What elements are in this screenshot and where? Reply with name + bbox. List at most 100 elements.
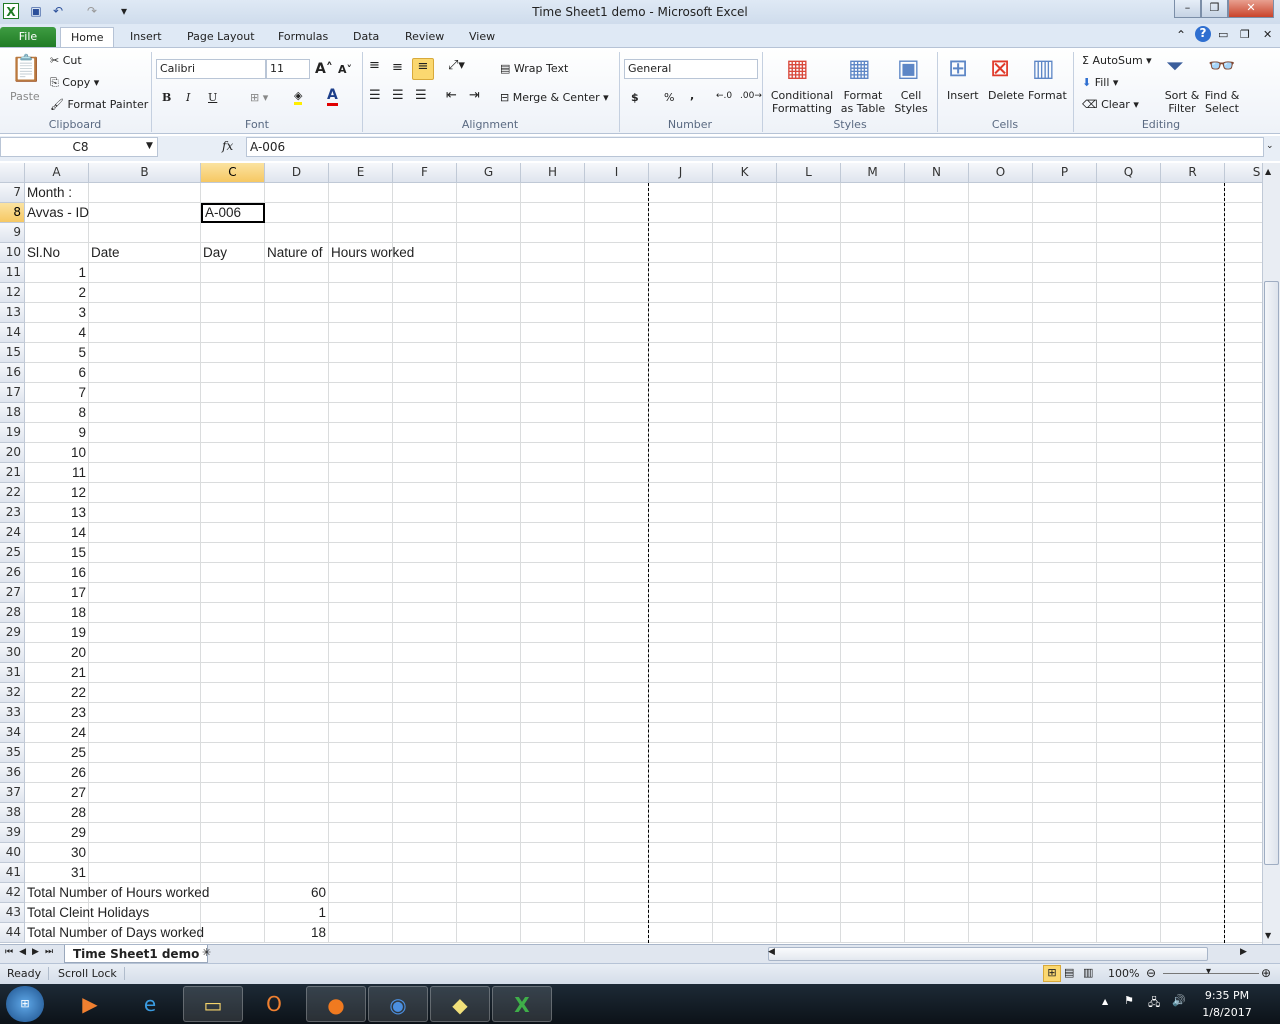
cell-M16[interactable] (841, 363, 905, 383)
cell-Q41[interactable] (1097, 863, 1161, 883)
cell-G12[interactable] (457, 283, 521, 303)
cell-C17[interactable] (201, 383, 265, 403)
row-header-23[interactable]: 23 (0, 503, 25, 523)
cell-E41[interactable] (329, 863, 393, 883)
cell-C29[interactable] (201, 623, 265, 643)
cell-E8[interactable] (329, 203, 393, 223)
cell-N18[interactable] (905, 403, 969, 423)
cell-N34[interactable] (905, 723, 969, 743)
cell-A15[interactable]: 5 (25, 343, 89, 363)
column-header-K[interactable]: K (713, 163, 777, 183)
cell-C8[interactable]: A-006 (201, 203, 265, 223)
column-header-N[interactable]: N (905, 163, 969, 183)
cell-R22[interactable] (1161, 483, 1225, 503)
cell-M30[interactable] (841, 643, 905, 663)
cell-R12[interactable] (1161, 283, 1225, 303)
start-button[interactable]: ⊞ (6, 986, 44, 1022)
cell-F7[interactable] (393, 183, 457, 203)
cell-H32[interactable] (521, 683, 585, 703)
cell-B26[interactable] (89, 563, 201, 583)
row-header-38[interactable]: 38 (0, 803, 25, 823)
cell-M20[interactable] (841, 443, 905, 463)
cell-M29[interactable] (841, 623, 905, 643)
fill-color-icon[interactable]: ◈ (294, 89, 303, 105)
cell-I25[interactable] (585, 543, 649, 563)
cell-E38[interactable] (329, 803, 393, 823)
cell-Q12[interactable] (1097, 283, 1161, 303)
cell-F40[interactable] (393, 843, 457, 863)
insert-cells-icon[interactable]: ⊞ (948, 54, 968, 82)
cell-S17[interactable] (1225, 383, 1262, 403)
cell-R40[interactable] (1161, 843, 1225, 863)
cell-K25[interactable] (713, 543, 777, 563)
cell-D8[interactable] (265, 203, 329, 223)
cell-J18[interactable] (649, 403, 713, 423)
cell-O19[interactable] (969, 423, 1033, 443)
align-center-icon[interactable]: ☰ (392, 88, 404, 103)
cell-I33[interactable] (585, 703, 649, 723)
cell-G40[interactable] (457, 843, 521, 863)
sort-filter-icon[interactable]: ⏷ (1166, 54, 1184, 79)
row-header-7[interactable]: 7 (0, 183, 25, 203)
insert-function-button[interactable]: fx (222, 139, 233, 153)
cell-K14[interactable] (713, 323, 777, 343)
cell-A10[interactable]: Sl.No (25, 243, 89, 263)
cell-A33[interactable]: 23 (25, 703, 89, 723)
cell-L9[interactable] (777, 223, 841, 243)
cell-K39[interactable] (713, 823, 777, 843)
cell-H11[interactable] (521, 263, 585, 283)
zoom-level[interactable]: 100% (1108, 967, 1139, 980)
cell-M37[interactable] (841, 783, 905, 803)
cell-M31[interactable] (841, 663, 905, 683)
row-header-26[interactable]: 26 (0, 563, 25, 583)
decrease-indent-icon[interactable]: ⇤ (446, 88, 457, 103)
cell-H38[interactable] (521, 803, 585, 823)
cell-P39[interactable] (1033, 823, 1097, 843)
row-header-39[interactable]: 39 (0, 823, 25, 843)
cell-C36[interactable] (201, 763, 265, 783)
row-header-14[interactable]: 14 (0, 323, 25, 343)
cell-K33[interactable] (713, 703, 777, 723)
sheet-nav-icons[interactable]: ⏮◀▶⏭ (5, 947, 59, 957)
cell-B22[interactable] (89, 483, 201, 503)
cell-H29[interactable] (521, 623, 585, 643)
cell-F25[interactable] (393, 543, 457, 563)
workbook-close-icon[interactable]: ✕ (1263, 28, 1272, 41)
cell-E44[interactable] (329, 923, 393, 943)
tab-page-layout[interactable]: Page Layout (177, 27, 265, 48)
cell-F30[interactable] (393, 643, 457, 663)
cell-G24[interactable] (457, 523, 521, 543)
row-header-10[interactable]: 10 (0, 243, 25, 263)
cell-Q39[interactable] (1097, 823, 1161, 843)
cell-J41[interactable] (649, 863, 713, 883)
cell-L27[interactable] (777, 583, 841, 603)
cell-B33[interactable] (89, 703, 201, 723)
cell-K12[interactable] (713, 283, 777, 303)
cell-S10[interactable] (1225, 243, 1262, 263)
row-header-41[interactable]: 41 (0, 863, 25, 883)
scroll-right-icon[interactable]: ▶ (1240, 947, 1247, 957)
cell-M7[interactable] (841, 183, 905, 203)
cell-M28[interactable] (841, 603, 905, 623)
cell-K43[interactable] (713, 903, 777, 923)
cell-C39[interactable] (201, 823, 265, 843)
cell-C27[interactable] (201, 583, 265, 603)
cell-Q15[interactable] (1097, 343, 1161, 363)
cell-D41[interactable] (265, 863, 329, 883)
cell-L23[interactable] (777, 503, 841, 523)
cell-R9[interactable] (1161, 223, 1225, 243)
cell-F39[interactable] (393, 823, 457, 843)
cell-R28[interactable] (1161, 603, 1225, 623)
cell-Q42[interactable] (1097, 883, 1161, 903)
cell-Q8[interactable] (1097, 203, 1161, 223)
cell-J25[interactable] (649, 543, 713, 563)
delete-cells-icon[interactable]: ⊠ (990, 54, 1010, 82)
cell-I28[interactable] (585, 603, 649, 623)
cell-Q11[interactable] (1097, 263, 1161, 283)
cell-P13[interactable] (1033, 303, 1097, 323)
cell-N14[interactable] (905, 323, 969, 343)
cell-O24[interactable] (969, 523, 1033, 543)
cell-L35[interactable] (777, 743, 841, 763)
cell-O34[interactable] (969, 723, 1033, 743)
cell-O20[interactable] (969, 443, 1033, 463)
